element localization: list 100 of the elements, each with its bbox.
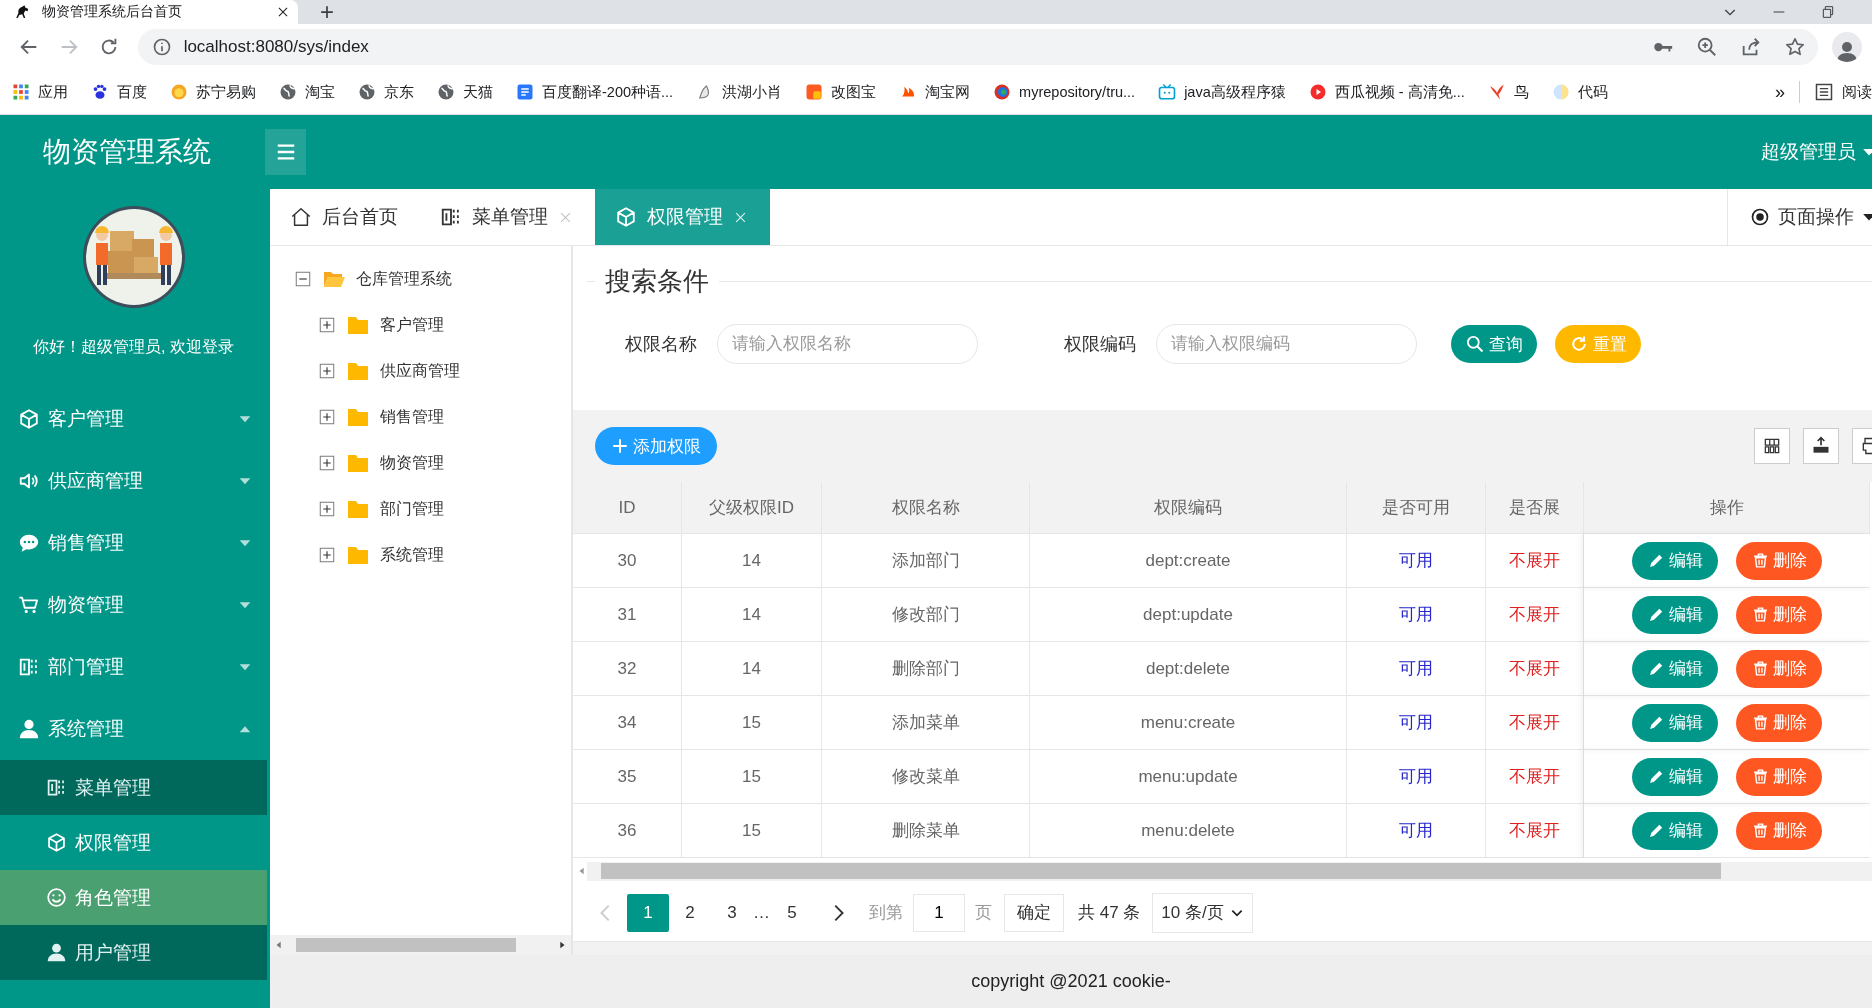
url-text: localhost:8080/sys/index — [183, 37, 370, 57]
page-unit-label: 页 — [975, 902, 992, 924]
column-header: 是否可用 — [1347, 482, 1486, 534]
table-cell: 不展开 — [1486, 534, 1584, 588]
bookmark[interactable]: 鸟 — [1487, 82, 1529, 102]
sidebar-item[interactable]: 客户管理 — [0, 388, 267, 450]
table-cell: 30 — [573, 534, 682, 588]
tab[interactable]: 菜单管理 — [420, 189, 595, 245]
table-cell: menu:update — [1030, 750, 1347, 804]
table-cell: 31 — [573, 588, 682, 642]
page-button[interactable]: 3 — [711, 893, 753, 932]
table-cell: 可用 — [1347, 696, 1486, 750]
sidebar-subitem[interactable]: 菜单管理 — [0, 760, 267, 815]
table-cell: 可用 — [1347, 588, 1486, 642]
edit-button[interactable]: 编辑 — [1632, 595, 1718, 634]
bookmark[interactable]: myrepository/tru... — [993, 83, 1136, 101]
table-cell: dept:delete — [1030, 642, 1347, 696]
bookmark[interactable]: 京东 — [358, 82, 414, 102]
column-header: 权限编码 — [1030, 482, 1347, 534]
table-cell: 可用 — [1347, 750, 1486, 804]
page-button[interactable]: 1 — [627, 893, 669, 932]
bookmark[interactable]: 苏宁易购 — [170, 82, 256, 102]
table-cell: 15 — [682, 750, 822, 804]
tree-node[interactable]: 系统管理 — [318, 532, 571, 578]
page-ellipsis: … — [753, 902, 771, 923]
table-cell: 修改菜单 — [822, 750, 1030, 804]
table-cell: 14 — [682, 642, 822, 696]
bookmark[interactable]: 西瓜视频 - 高清免... — [1308, 82, 1465, 102]
browser-tab[interactable]: 物资管理系统后台首页 — [0, 0, 298, 24]
page-actions-menu[interactable]: 页面操作 — [1727, 189, 1872, 245]
sidebar-item[interactable]: 物资管理 — [0, 574, 267, 636]
confirm-button[interactable]: 确定 — [1004, 893, 1064, 932]
table-cell: 15 — [682, 696, 822, 750]
bookmark[interactable]: 淘宝 — [279, 82, 335, 102]
field-label: 权限编码 — [1064, 333, 1136, 356]
address-bar[interactable]: localhost:8080/sys/index — [137, 29, 1819, 65]
sidebar-item[interactable]: 系统管理 — [0, 698, 267, 760]
bookmark[interactable]: java高级程序猿 — [1158, 82, 1286, 102]
more-bookmarks-button[interactable]: » — [1775, 81, 1785, 103]
table-cell: 14 — [682, 534, 822, 588]
table-cell: 34 — [573, 696, 682, 750]
sidebar-item[interactable]: 部门管理 — [0, 636, 267, 698]
bookmark[interactable]: 淘宝网 — [899, 82, 971, 102]
column-header: 是否展 — [1486, 482, 1584, 534]
app-logo: 物资管理系统 — [41, 135, 212, 169]
sidebar-subitem[interactable]: 用户管理 — [0, 925, 267, 980]
page-button[interactable]: 2 — [669, 893, 711, 932]
tree-node[interactable]: 仓库管理系统 — [294, 256, 571, 302]
edit-button[interactable]: 编辑 — [1632, 757, 1718, 796]
bookmark[interactable]: 代码 — [1551, 82, 1608, 102]
tree-node[interactable]: 销售管理 — [318, 394, 571, 440]
column-header: 操作 — [1584, 482, 1870, 534]
column-header: 父级权限ID — [682, 482, 822, 534]
table-cell: dept:update — [1030, 588, 1347, 642]
bookmark[interactable]: 洪湖小肖 — [696, 82, 783, 102]
table-cell: 删除部门 — [822, 642, 1030, 696]
edit-button[interactable]: 编辑 — [1632, 541, 1718, 580]
tree-node[interactable]: 部门管理 — [318, 486, 571, 532]
table-cell: 不展开 — [1486, 750, 1584, 804]
table-cell: dept:create — [1030, 534, 1347, 588]
table-cell: menu:create — [1030, 696, 1347, 750]
tree-node[interactable]: 客户管理 — [318, 302, 571, 348]
edit-button[interactable]: 编辑 — [1632, 649, 1718, 688]
page-size-select[interactable]: 10 条/页 — [1152, 892, 1253, 933]
user-menu[interactable]: 超级管理员 — [1761, 139, 1872, 165]
table-cell: 不展开 — [1486, 696, 1584, 750]
table-cell: 14 — [682, 588, 822, 642]
sidebar-item[interactable]: 销售管理 — [0, 512, 267, 574]
table-cell: 32 — [573, 642, 682, 696]
text-field[interactable]: 请输入权限编码 — [1156, 324, 1417, 364]
total-count: 共 47 条 — [1078, 902, 1141, 924]
bookmark[interactable]: 改图宝 — [805, 82, 877, 102]
column-header: ID — [573, 482, 682, 534]
edit-button[interactable]: 编辑 — [1632, 811, 1718, 850]
tree-node[interactable]: 物资管理 — [318, 440, 571, 486]
tab[interactable]: 后台首页 — [270, 189, 420, 245]
sidebar-item[interactable]: 供应商管理 — [0, 450, 267, 512]
new-tab-button[interactable]: + — [316, 0, 338, 24]
text-field[interactable]: 请输入权限名称 — [717, 324, 978, 364]
page-button[interactable]: 5 — [771, 893, 813, 932]
table-cell: 可用 — [1347, 642, 1486, 696]
section-title: 搜索条件 — [605, 265, 709, 298]
table-cell: 不展开 — [1486, 588, 1584, 642]
welcome-text: 你好！超级管理员, 欢迎登录 — [32, 337, 235, 357]
bookmark[interactable]: 百度翻译-200种语... — [516, 82, 674, 102]
table-cell: 不展开 — [1486, 642, 1584, 696]
table-cell: 修改部门 — [822, 588, 1030, 642]
tree-node[interactable]: 供应商管理 — [318, 348, 571, 394]
bookmark[interactable]: 应用 — [12, 82, 68, 102]
footer-text: copyright @2021 cookie- — [971, 971, 1171, 992]
edit-button[interactable]: 编辑 — [1632, 703, 1718, 742]
bookmark[interactable]: 百度 — [91, 82, 147, 102]
page-number-field[interactable]: 1 — [913, 893, 965, 932]
bookmark[interactable]: 天猫 — [437, 82, 493, 102]
search-button[interactable]: 查询 — [1451, 325, 1537, 363]
table-cell: 35 — [573, 750, 682, 804]
goto-label: 到第 — [869, 902, 903, 924]
table-cell: 添加部门 — [822, 534, 1030, 588]
reading-list-button[interactable]: 阅读 — [1814, 82, 1872, 102]
tab-title: 物资管理系统后台首页 — [42, 3, 183, 21]
